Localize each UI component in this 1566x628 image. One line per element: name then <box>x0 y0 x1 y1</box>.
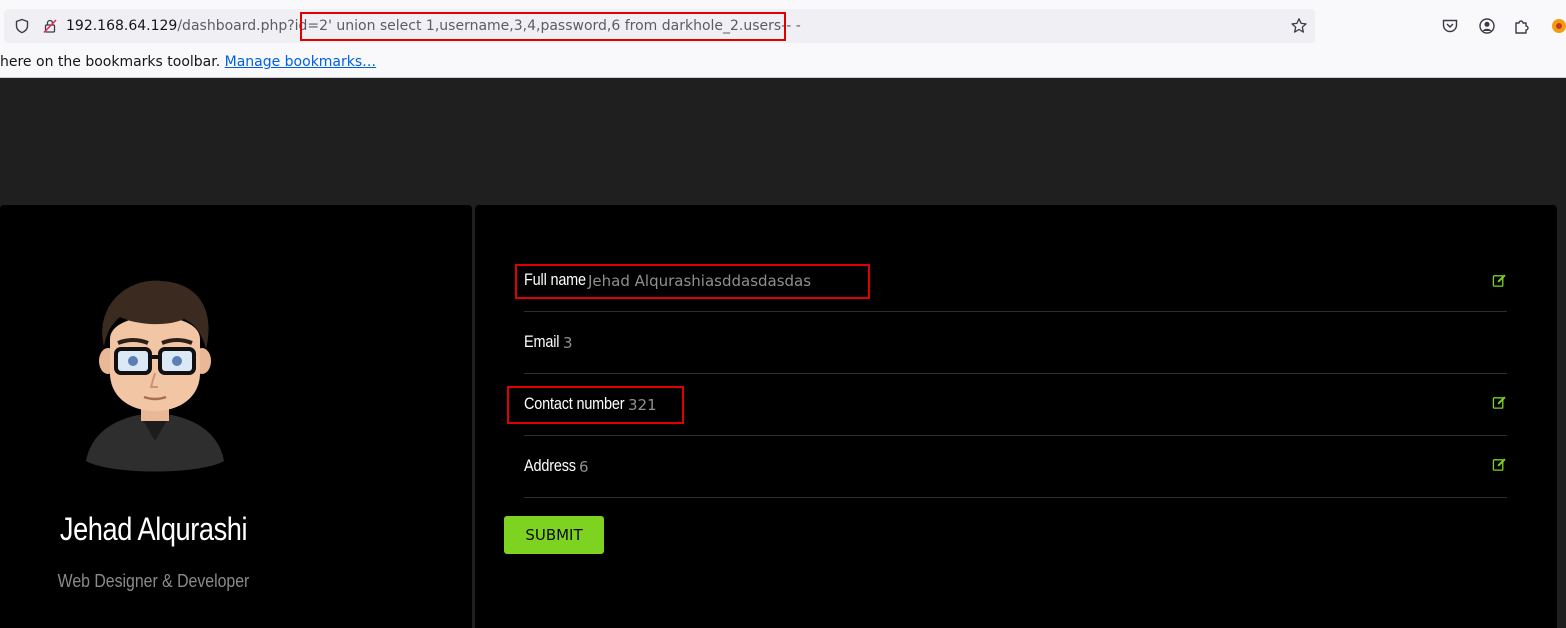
field-value-email: 3 <box>563 334 573 352</box>
pocket-icon[interactable] <box>1441 17 1459 35</box>
url-host: 192.168.64.129 <box>66 18 178 34</box>
extension-burp-icon[interactable] <box>1550 17 1566 35</box>
field-row-email: Email 3 <box>524 312 1507 374</box>
url-path: /dashboard.php?id= <box>177 18 320 34</box>
profile-role: Web Designer & Developer <box>57 571 250 591</box>
avatar <box>86 280 224 472</box>
edit-contact-number-icon[interactable] <box>1492 395 1507 410</box>
url-query-highlight-box <box>300 12 786 41</box>
manage-bookmarks-link[interactable]: Manage bookmarks… <box>225 54 377 70</box>
edit-address-icon[interactable] <box>1492 457 1507 472</box>
field-value-address: 6 <box>579 458 589 476</box>
page-body: Jehad Alqurashi Web Designer & Developer… <box>0 79 1566 628</box>
edit-full-name-icon[interactable] <box>1492 273 1507 288</box>
contact-number-highlight-box <box>507 386 684 424</box>
profile-card: Jehad Alqurashi Web Designer & Developer <box>0 205 472 628</box>
account-icon[interactable] <box>1478 17 1496 35</box>
full-name-highlight-box <box>515 264 870 299</box>
field-label-email: Email <box>524 332 560 351</box>
bookmark-star-icon[interactable] <box>1290 17 1308 35</box>
tracking-protection-shield-icon[interactable] <box>14 18 30 34</box>
bookmarks-hint-text: here on the bookmarks toolbar. <box>0 54 225 70</box>
extensions-icon[interactable] <box>1513 17 1531 35</box>
insecure-lock-icon[interactable] <box>42 18 58 34</box>
profile-name: Jehad Alqurashi <box>59 511 248 547</box>
bookmarks-toolbar: here on the bookmarks toolbar. Manage bo… <box>0 53 376 71</box>
browser-toolbar: 192.168.64.129/dashboard.php?id=2' union… <box>0 0 1566 78</box>
field-label-address: Address <box>524 456 576 475</box>
submit-button[interactable]: SUBMIT <box>504 516 604 554</box>
field-row-address: Address 6 <box>524 436 1507 498</box>
details-card: Full name Jehad Alqurashiasddasdasdas Em… <box>475 205 1557 628</box>
